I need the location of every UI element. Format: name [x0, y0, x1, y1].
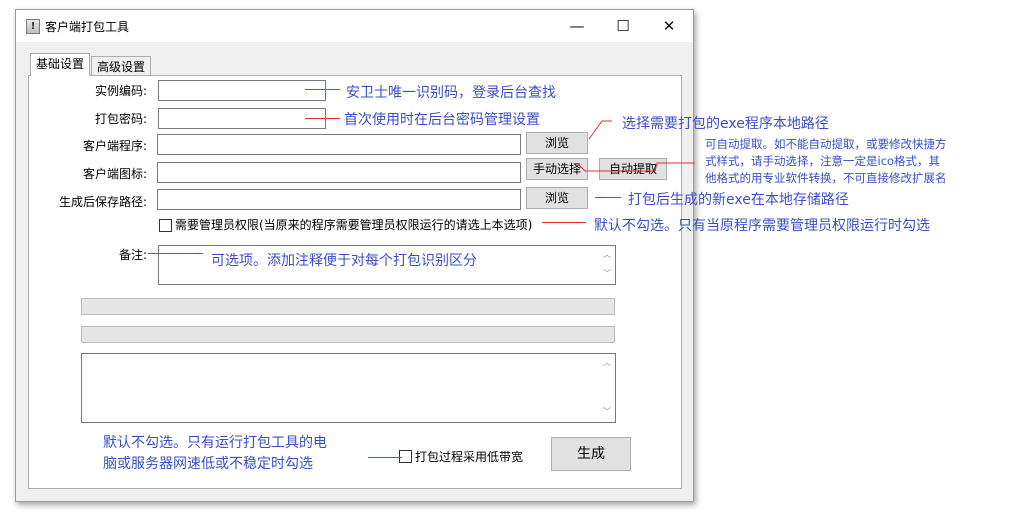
annotation-icon-line: 他格式的用专业软件转换，不可直接修改扩展名: [705, 171, 947, 185]
instance-code-label: 实例编码:: [94, 84, 147, 98]
close-button[interactable]: ✕: [646, 10, 692, 42]
progress-bar-1: [81, 298, 615, 315]
instance-code-input[interactable]: [158, 80, 326, 101]
admin-checkbox-label: 需要管理员权限(当原来的程序需要管理员权限运行的请选上本选项): [175, 218, 533, 232]
scroll-up-icon[interactable]: ︿: [599, 249, 615, 260]
save-path-input[interactable]: [157, 189, 521, 210]
log-textarea[interactable]: ︿ ﹀: [81, 353, 616, 423]
save-path-label: 生成后保存路径:: [58, 195, 147, 209]
annotation-line-icon: [575, 155, 695, 175]
tab-basic-settings[interactable]: 基础设置: [30, 53, 91, 76]
package-password-label: 打包密码:: [94, 112, 147, 126]
remark-scrollbar[interactable]: ︿ ﹀: [599, 246, 615, 284]
admin-checkbox[interactable]: [159, 219, 172, 232]
scroll-down-icon[interactable]: ﹀: [599, 406, 615, 417]
annotation-line-admin: [542, 222, 586, 223]
annotation-admin: 默认不勾选。只有当原程序需要管理员权限运行时勾选: [594, 218, 930, 234]
tab-panel: 实例编码: 打包密码: 客户端程序: 浏览 客户端图标: 手动选择 自动提取 生…: [28, 75, 682, 489]
log-scrollbar[interactable]: ︿ ﹀: [599, 354, 615, 422]
annotation-icon-block: 可自动提取。如不能自动提取，或要修改快捷方 式样式，请手动选择，注意一定是ico…: [705, 136, 947, 187]
annotation-instance-code: 安卫士唯一识别码，登录后台查找: [346, 85, 556, 101]
annotation-icon-line: 式样式，请手动选择，注意一定是ico格式，其: [705, 154, 941, 168]
maximize-button[interactable]: ☐: [600, 10, 646, 42]
annotation-line-program: [588, 120, 612, 140]
annotation-line-remark: [148, 253, 203, 254]
generate-button[interactable]: 生成: [551, 437, 631, 471]
client-program-label: 客户端程序:: [82, 139, 147, 153]
annotation-save-path: 打包后生成的新exe在本地存储路径: [628, 192, 849, 208]
client-icon-label: 客户端图标:: [82, 167, 147, 181]
window-title: 客户端打包工具: [45, 20, 130, 34]
browse-save-path-button[interactable]: 浏览: [526, 187, 588, 209]
annotation-bandwidth-block: 默认不勾选。只有运行打包工具的电 脑或服务器网速低或不稳定时勾选: [103, 433, 327, 475]
scroll-down-icon[interactable]: ﹀: [599, 268, 615, 279]
package-password-input[interactable]: [158, 108, 326, 129]
annotation-line-bandwidth: [368, 457, 402, 458]
annotation-remark: 可选项。添加注释便于对每个打包识别区分: [211, 253, 477, 269]
remark-label: 备注:: [118, 248, 147, 262]
annotation-program-path: 选择需要打包的exe程序本地路径: [622, 116, 829, 132]
annotation-icon-line: 可自动提取。如不能自动提取，或要修改快捷方: [705, 137, 947, 151]
annotation-line-password: [305, 118, 340, 119]
app-icon: !: [26, 19, 40, 34]
title-bar[interactable]: ! 客户端打包工具 — ☐ ✕: [16, 10, 693, 42]
annotation-password: 首次使用时在后台密码管理设置: [344, 112, 540, 128]
client-program-input[interactable]: [157, 134, 521, 155]
low-bandwidth-label: 打包过程采用低带宽: [415, 450, 524, 464]
minimize-button[interactable]: —: [554, 10, 600, 42]
annotation-line-save-path: [595, 197, 621, 198]
progress-bar-2: [81, 326, 615, 343]
annotation-line-instance: [305, 89, 340, 90]
client-icon-input[interactable]: [157, 162, 521, 183]
browse-program-button[interactable]: 浏览: [526, 132, 588, 154]
annotation-bandwidth-line: 脑或服务器网速低或不稳定时勾选: [103, 456, 313, 472]
annotation-bandwidth-line: 默认不勾选。只有运行打包工具的电: [103, 435, 327, 451]
tab-advanced-settings[interactable]: 高级设置: [91, 56, 152, 77]
scroll-up-icon[interactable]: ︿: [599, 357, 615, 368]
